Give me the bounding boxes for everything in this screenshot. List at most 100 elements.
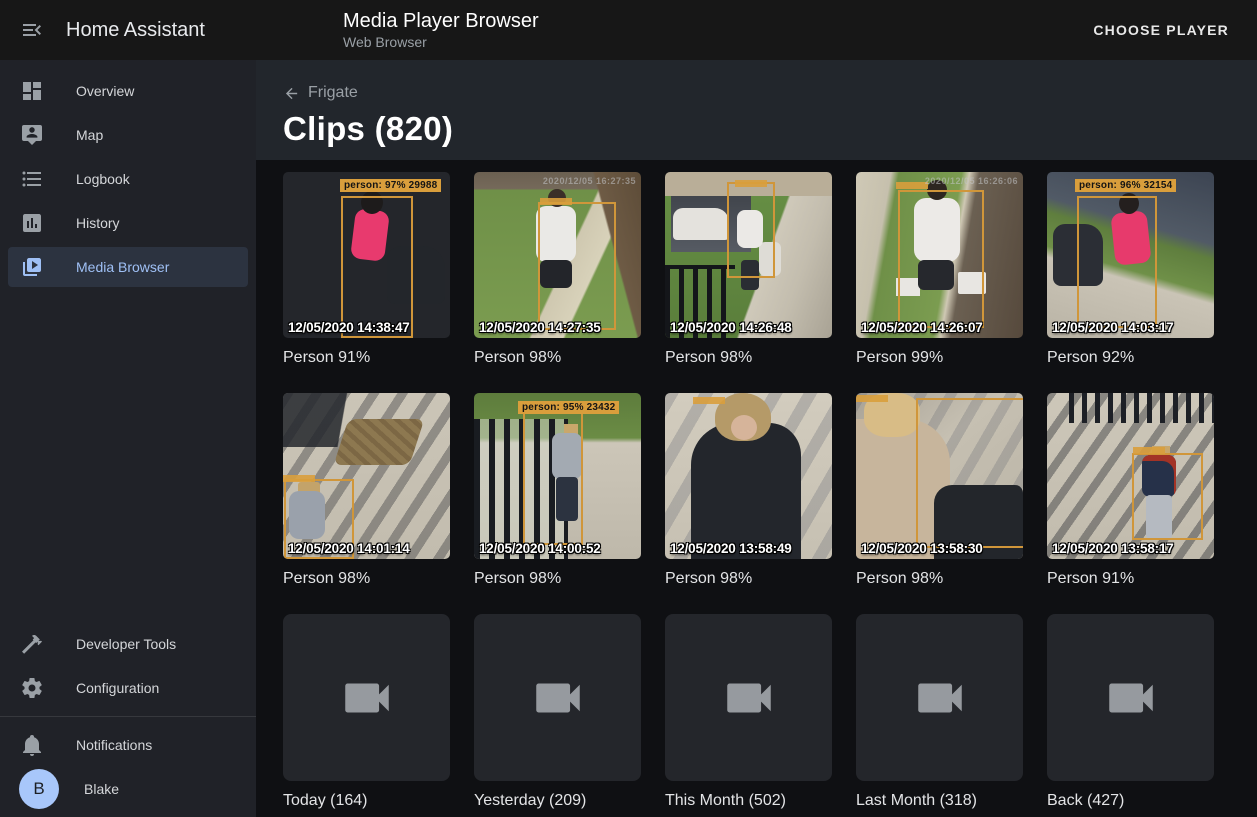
clip-card[interactable]: person: 95% 23432 12/05/2020 14:00:52 Pe… <box>474 393 641 591</box>
clip-card[interactable]: 12/05/2020 13:58:30 Person 98% <box>856 393 1023 591</box>
dashboard-icon <box>20 79 44 103</box>
clip-thumbnail: 12/05/2020 13:58:49 <box>665 393 832 559</box>
detection-label <box>540 198 572 205</box>
detection-label: person: 95% 23432 <box>518 401 619 414</box>
detection-label <box>735 180 767 187</box>
chart-box-icon <box>20 211 44 235</box>
detection-label <box>896 182 928 189</box>
clip-card[interactable]: 2020/12/05 16:26:06 12/05/2020 14:26:07 … <box>856 172 1023 370</box>
sidebar-item-label: Notifications <box>76 737 152 753</box>
sidebar-item-label: Configuration <box>76 680 159 696</box>
camera-timestamp: 2020/12/05 16:26:06 <box>925 176 1018 186</box>
clip-label: Person 98% <box>665 567 832 591</box>
main-content: Frigate Clips (820) person: 97% 29988 12… <box>256 60 1257 817</box>
detection-label <box>856 395 888 402</box>
clip-timestamp-overlay: 12/05/2020 13:58:30 <box>861 541 983 556</box>
arrow-left-icon <box>283 85 300 102</box>
clip-card[interactable]: 12/05/2020 13:58:49 Person 98% <box>665 393 832 591</box>
clip-thumbnail: 12/05/2020 14:26:48 <box>665 172 832 338</box>
page-header-title: Media Player Browser <box>343 9 539 33</box>
clip-timestamp-overlay: 12/05/2020 13:58:17 <box>1052 541 1174 556</box>
sidebar-item-label: Developer Tools <box>76 636 176 652</box>
top-app-bar: Home Assistant Media Player Browser Web … <box>0 0 1257 60</box>
folder-card-yesterday[interactable]: Yesterday (209) <box>474 614 641 813</box>
clip-thumbnail: 2020/12/05 16:26:06 12/05/2020 14:26:07 <box>856 172 1023 338</box>
clip-thumbnail: 2020/12/05 16:27:35 12/05/2020 14:27:35 <box>474 172 641 338</box>
detection-box <box>1077 196 1157 328</box>
clip-timestamp-overlay: 12/05/2020 13:58:49 <box>670 541 792 556</box>
video-camera-icon <box>911 669 969 727</box>
sidebar-item-map[interactable]: Map <box>8 115 248 155</box>
detection-box <box>916 398 1023 548</box>
clip-label: Person 91% <box>283 346 450 370</box>
sidebar-item-label: Media Browser <box>76 259 169 275</box>
clip-card[interactable]: 12/05/2020 13:58:17 Person 91% <box>1047 393 1214 591</box>
clip-card[interactable]: 12/05/2020 14:01:14 Person 98% <box>283 393 450 591</box>
clip-timestamp-overlay: 12/05/2020 14:27:35 <box>479 320 601 335</box>
clip-label: Person 98% <box>856 567 1023 591</box>
detection-label <box>693 397 725 404</box>
breadcrumb[interactable]: Frigate <box>283 60 358 102</box>
scene-shape <box>691 423 801 559</box>
sidebar-item-user-profile[interactable]: B Blake <box>8 769 248 809</box>
scene-shape <box>334 419 425 465</box>
video-camera-icon <box>338 669 396 727</box>
sidebar-item-label: Map <box>76 127 103 143</box>
folder-card-today[interactable]: Today (164) <box>283 614 450 813</box>
scene-shape <box>673 208 729 240</box>
content-header: Frigate Clips (820) <box>256 60 1257 160</box>
camera-timestamp: 2020/12/05 16:27:35 <box>543 176 636 186</box>
detection-box <box>341 196 413 338</box>
sidebar-item-developer-tools[interactable]: Developer Tools <box>8 624 248 664</box>
clip-card[interactable]: 12/05/2020 14:26:48 Person 98% <box>665 172 832 370</box>
choose-player-button[interactable]: CHOOSE PLAYER <box>1085 14 1237 46</box>
sidebar-item-overview[interactable]: Overview <box>8 71 248 111</box>
sidebar-item-history[interactable]: History <box>8 203 248 243</box>
detection-box <box>1132 453 1203 540</box>
menu-open-icon[interactable] <box>8 6 56 54</box>
clip-thumbnail: 12/05/2020 13:58:17 <box>1047 393 1214 559</box>
clip-label: Person 98% <box>474 346 641 370</box>
gear-icon <box>20 676 44 700</box>
folder-card-this-month[interactable]: This Month (502) <box>665 614 832 813</box>
bell-icon <box>20 733 44 757</box>
page-header-subtitle: Web Browser <box>343 33 539 51</box>
video-camera-icon <box>720 669 778 727</box>
clip-label: Person 98% <box>665 346 832 370</box>
list-icon <box>20 167 44 191</box>
detection-box <box>538 202 616 330</box>
folder-card-back[interactable]: Back (427) <box>1047 614 1214 813</box>
map-account-icon <box>20 123 44 147</box>
detection-label: person: 97% 29988 <box>340 179 441 192</box>
sidebar-item-media-browser[interactable]: Media Browser <box>8 247 248 287</box>
clip-thumbnail: 12/05/2020 13:58:30 <box>856 393 1023 559</box>
sidebar-item-configuration[interactable]: Configuration <box>8 668 248 708</box>
clip-thumbnail: 12/05/2020 14:01:14 <box>283 393 450 559</box>
clip-label: Person 92% <box>1047 346 1214 370</box>
detection-label <box>1133 447 1165 454</box>
clip-card[interactable]: person: 96% 32154 12/05/2020 14:03:17 Pe… <box>1047 172 1214 370</box>
sidebar-item-notifications[interactable]: Notifications <box>8 725 248 765</box>
video-camera-icon <box>1102 669 1160 727</box>
clip-label: Person 98% <box>474 567 641 591</box>
folder-thumbnail <box>283 614 450 781</box>
folder-thumbnail <box>1047 614 1214 781</box>
folder-thumbnail <box>474 614 641 781</box>
detection-box <box>523 407 583 545</box>
clip-card[interactable]: person: 97% 29988 12/05/2020 14:38:47 Pe… <box>283 172 450 370</box>
clip-timestamp-overlay: 12/05/2020 14:00:52 <box>479 541 601 556</box>
detection-label <box>283 475 315 482</box>
user-name: Blake <box>84 781 119 797</box>
clip-label: Person 99% <box>856 346 1023 370</box>
clip-card[interactable]: 2020/12/05 16:27:35 12/05/2020 14:27:35 … <box>474 172 641 370</box>
play-box-multiple-icon <box>20 255 44 279</box>
sidebar-item-label: Overview <box>76 83 134 99</box>
folder-card-last-month[interactable]: Last Month (318) <box>856 614 1023 813</box>
sidebar-header: Home Assistant <box>0 6 256 54</box>
app-title: Home Assistant <box>66 19 205 42</box>
sidebar-item-logbook[interactable]: Logbook <box>8 159 248 199</box>
clip-thumbnail: person: 95% 23432 12/05/2020 14:00:52 <box>474 393 641 559</box>
folder-label: Yesterday (209) <box>474 789 641 813</box>
sidebar-item-label: History <box>76 215 120 231</box>
scene-shape <box>731 415 757 440</box>
